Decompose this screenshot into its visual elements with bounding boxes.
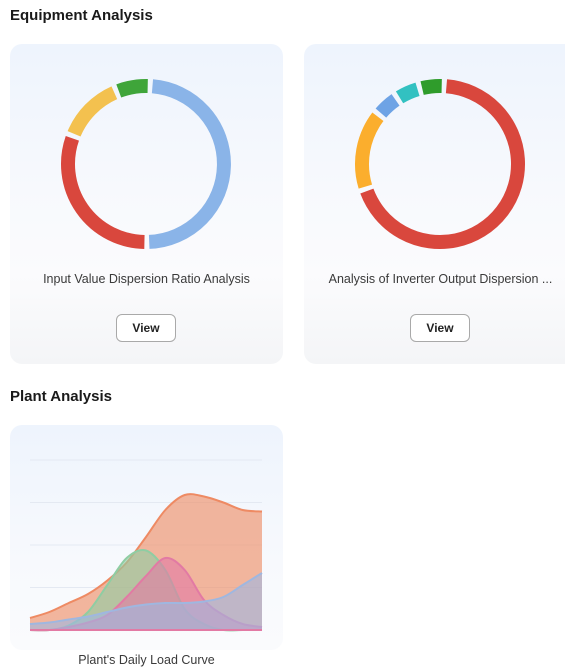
donut-slice bbox=[375, 94, 400, 118]
equipment-analysis-title: Equipment Analysis bbox=[10, 7, 153, 24]
donut-slice bbox=[61, 135, 145, 249]
donut-slice bbox=[420, 79, 442, 95]
plant-analysis-title: Plant Analysis bbox=[10, 388, 112, 405]
view-button[interactable]: View bbox=[410, 314, 470, 342]
donut-slice bbox=[116, 79, 148, 98]
daily-load-curve-card bbox=[10, 425, 283, 650]
view-button[interactable]: View bbox=[116, 314, 176, 342]
donut-slice bbox=[67, 86, 118, 137]
daily-load-curve-chart bbox=[29, 459, 263, 632]
inverter-dispersion-card: Analysis of Inverter Output Dispersion .… bbox=[304, 44, 565, 364]
card-label: Analysis of Inverter Output Dispersion .… bbox=[328, 272, 553, 286]
donut-slice bbox=[395, 82, 420, 104]
donut-slice bbox=[355, 112, 384, 189]
card-label: Input Value Dispersion Ratio Analysis bbox=[43, 272, 250, 286]
input-dispersion-card: Input Value Dispersion Ratio Analysis Vi… bbox=[10, 44, 283, 364]
donut-slice bbox=[148, 79, 231, 249]
card-label: Plant's Daily Load Curve bbox=[78, 653, 215, 667]
